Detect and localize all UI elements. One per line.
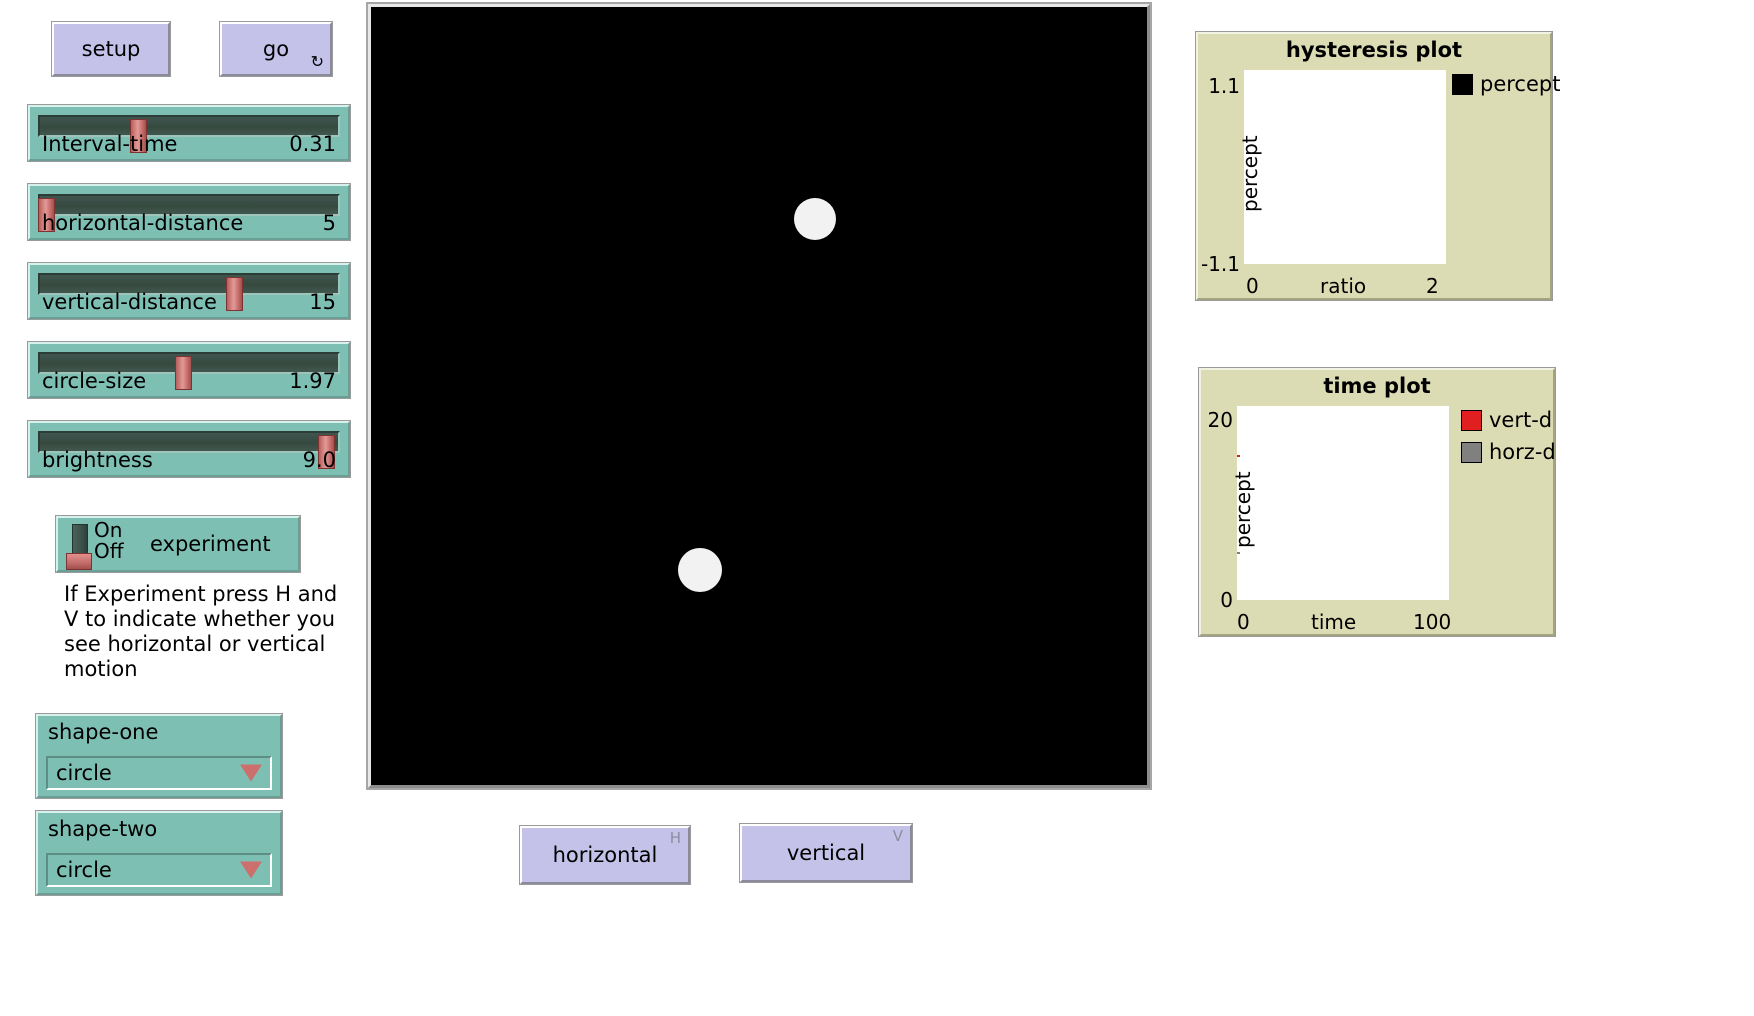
chevron-down-icon[interactable] bbox=[240, 861, 262, 879]
world-view[interactable] bbox=[366, 2, 1152, 790]
plot-canvas[interactable] bbox=[1244, 70, 1446, 264]
instructions-note: If Experiment press H and V to indicate … bbox=[64, 582, 338, 681]
slider-thumb[interactable] bbox=[225, 277, 243, 311]
chooser-shape-two[interactable]: shape-two circle bbox=[35, 810, 283, 896]
y-axis-max-label: 20 bbox=[1207, 408, 1233, 432]
time-plot[interactable]: time plot 20 0 percept 0 time 100 vert-d… bbox=[1198, 367, 1556, 637]
switch-on-label: On bbox=[94, 518, 123, 542]
chevron-down-icon[interactable] bbox=[240, 764, 262, 782]
slider-label: vertical-distance bbox=[42, 290, 217, 314]
chooser-select[interactable]: circle bbox=[46, 853, 272, 887]
setup-button[interactable]: setup bbox=[51, 21, 171, 77]
y-axis-min-label: -1.1 bbox=[1200, 252, 1240, 276]
slider-brightness[interactable]: brightness 9.0 bbox=[27, 420, 351, 478]
switch-onoff-labels: On Off bbox=[94, 520, 124, 562]
switch-off-label: Off bbox=[94, 539, 124, 563]
y-axis-min-label: 0 bbox=[1220, 588, 1233, 612]
slider-circle-size[interactable]: circle-size 1.97 bbox=[27, 341, 351, 399]
slider-label: brightness bbox=[42, 448, 153, 472]
y-axis-label: percept bbox=[1238, 135, 1262, 212]
legend-swatch bbox=[1461, 441, 1482, 463]
agent-circle-lower bbox=[678, 548, 723, 593]
legend-swatch bbox=[1461, 409, 1482, 431]
legend-item-horz-d[interactable]: horz-d bbox=[1461, 440, 1556, 464]
legend-label: percept bbox=[1480, 72, 1561, 96]
legend-label: vert-d bbox=[1489, 408, 1553, 432]
forever-loop-icon: ↻ bbox=[310, 52, 324, 71]
y-axis-label: percept bbox=[1231, 471, 1255, 548]
chooser-label: shape-two bbox=[48, 817, 158, 841]
slider-label: horizontal-distance bbox=[42, 211, 244, 235]
hotkey-badge: V bbox=[892, 827, 903, 845]
slider-label: Interval-time bbox=[42, 132, 178, 156]
chooser-shape-one[interactable]: shape-one circle bbox=[35, 713, 283, 799]
chooser-value: circle bbox=[56, 858, 112, 882]
legend-item-vert-d[interactable]: vert-d bbox=[1461, 408, 1552, 432]
x-axis-max-label: 100 bbox=[1413, 610, 1452, 634]
x-axis-label: time bbox=[1311, 610, 1357, 634]
slider-label: circle-size bbox=[42, 369, 147, 393]
hotkey-badge: H bbox=[669, 829, 681, 847]
slider-horizontal-distance[interactable]: horizontal-distance 5 bbox=[27, 183, 351, 241]
plot-title: hysteresis plot bbox=[1285, 38, 1463, 62]
switch-lever[interactable] bbox=[66, 524, 92, 570]
x-axis-label: ratio bbox=[1320, 274, 1367, 298]
x-axis-min-label: 0 bbox=[1237, 610, 1250, 634]
vertical-response-button[interactable]: vertical V bbox=[739, 823, 913, 883]
chooser-label: shape-one bbox=[48, 720, 159, 744]
agent-circle-upper bbox=[793, 198, 836, 241]
setup-button-label: setup bbox=[81, 37, 141, 61]
slider-interval-time[interactable]: Interval-time 0.31 bbox=[27, 104, 351, 162]
switch-label: experiment bbox=[150, 532, 271, 556]
horizontal-response-button[interactable]: horizontal H bbox=[519, 825, 691, 885]
series-mark-horz-d bbox=[1237, 551, 1241, 554]
go-button-label: go bbox=[262, 37, 290, 61]
plot-canvas[interactable] bbox=[1237, 406, 1449, 600]
y-axis-max-label: 1.1 bbox=[1208, 74, 1240, 98]
slider-value: 0.31 bbox=[289, 132, 336, 156]
switch-experiment[interactable]: On Off experiment bbox=[55, 515, 301, 573]
x-axis-max-label: 2 bbox=[1426, 274, 1439, 298]
slider-value: 5 bbox=[322, 211, 336, 235]
legend-item-percept[interactable]: percept bbox=[1452, 72, 1560, 96]
plot-title: time plot bbox=[1323, 374, 1431, 398]
netlogo-interface: setup go ↻ Interval-time 0.31 horizontal… bbox=[0, 0, 1754, 1016]
chooser-value: circle bbox=[56, 761, 112, 785]
series-mark-vert-d bbox=[1237, 454, 1241, 457]
slider-value: 9.0 bbox=[302, 448, 336, 472]
horizontal-response-label: horizontal bbox=[552, 843, 658, 867]
switch-knob[interactable] bbox=[66, 553, 92, 570]
legend-swatch bbox=[1452, 73, 1473, 95]
chooser-select[interactable]: circle bbox=[46, 756, 272, 790]
slider-value: 1.97 bbox=[289, 369, 336, 393]
slider-value: 15 bbox=[309, 290, 336, 314]
slider-thumb[interactable] bbox=[175, 356, 193, 390]
legend-label: horz-d bbox=[1489, 440, 1556, 464]
x-axis-min-label: 0 bbox=[1246, 274, 1259, 298]
go-button[interactable]: go ↻ bbox=[219, 21, 333, 77]
slider-vertical-distance[interactable]: vertical-distance 15 bbox=[27, 262, 351, 320]
vertical-response-label: vertical bbox=[786, 841, 866, 865]
hysteresis-plot[interactable]: hysteresis plot 1.1 -1.1 percept 0 ratio… bbox=[1195, 31, 1560, 301]
switch-stalk bbox=[72, 524, 88, 554]
